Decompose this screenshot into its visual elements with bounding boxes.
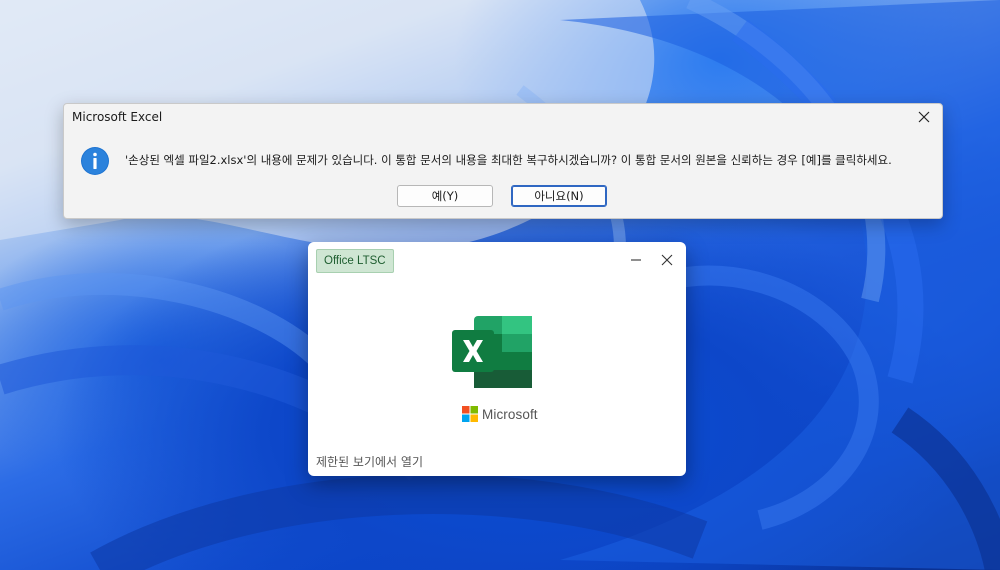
splash-status-text: 제한된 보기에서 열기 bbox=[316, 455, 423, 469]
no-button[interactable]: 아니요(N) bbox=[511, 185, 607, 207]
office-ltsc-badge: Office LTSC bbox=[316, 249, 394, 273]
microsoft-logo: Microsoft bbox=[462, 406, 538, 422]
info-icon bbox=[81, 147, 109, 175]
microsoft-wordmark: Microsoft bbox=[482, 406, 538, 422]
microsoft-grid-icon bbox=[462, 406, 478, 422]
dialog-message: '손상된 엑셀 파일2.xlsx'의 내용에 문제가 있습니다. 이 통합 문서… bbox=[125, 153, 892, 167]
excel-splash-window: Office LTSC Microsoft 제한된 보기에서 열기 bbox=[308, 242, 686, 476]
dialog-title: Microsoft Excel bbox=[72, 110, 163, 124]
close-icon bbox=[918, 111, 930, 123]
minimize-icon[interactable] bbox=[628, 252, 644, 268]
excel-message-dialog: Microsoft Excel '손상된 엑셀 파일2.xlsx'의 내용에 문… bbox=[63, 103, 943, 219]
yes-button[interactable]: 예(Y) bbox=[397, 185, 493, 207]
dialog-close-button[interactable] bbox=[912, 106, 936, 128]
close-icon[interactable] bbox=[659, 252, 675, 268]
excel-icon bbox=[452, 316, 532, 388]
